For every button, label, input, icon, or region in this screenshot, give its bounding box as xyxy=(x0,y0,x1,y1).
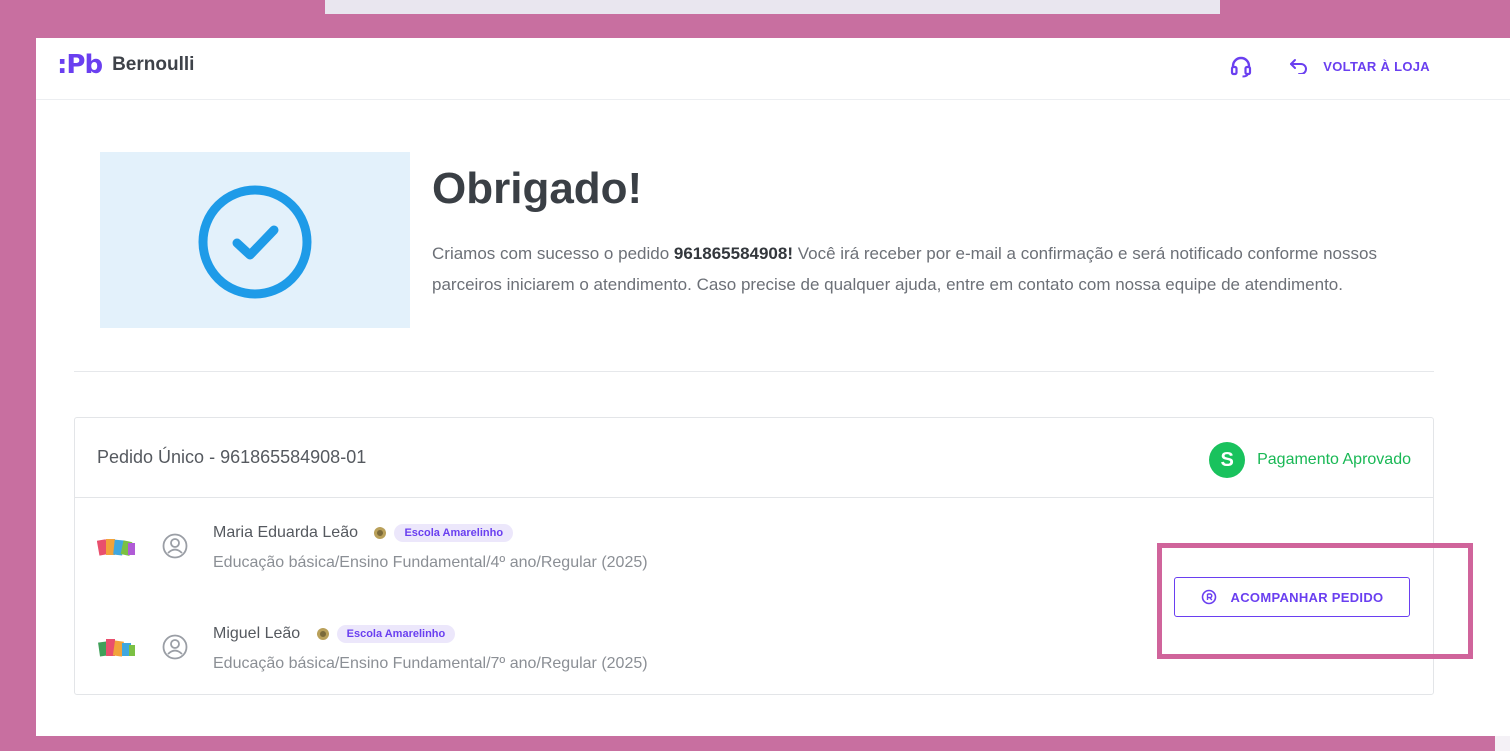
brand-name: Bernoulli xyxy=(112,54,195,75)
section-divider xyxy=(74,371,1434,372)
page-title: Obrigado! xyxy=(432,164,643,213)
success-illustration xyxy=(100,152,410,328)
background-strip xyxy=(325,0,1220,14)
payment-status: S Pagamento Aprovado xyxy=(1209,442,1411,478)
user-circle-icon xyxy=(162,634,188,660)
back-to-store-link[interactable]: VOLTAR À LOJA xyxy=(1289,58,1430,74)
confirmation-message: Criamos com sucesso o pedido 96186558490… xyxy=(432,238,1412,300)
payment-status-label: Pagamento Aprovado xyxy=(1257,451,1411,468)
return-arrow-icon xyxy=(1290,59,1308,74)
order-header: Pedido Único - 961865584908-01 S Pagamen… xyxy=(75,418,1433,498)
student-name-line: Miguel Leão Escola Amarelinho xyxy=(213,625,456,643)
message-intro: Criamos com sucesso o pedido xyxy=(432,244,674,263)
order-number: 961865584908! xyxy=(673,244,794,263)
header-actions: VOLTAR À LOJA xyxy=(1229,54,1430,78)
highlight-annotation xyxy=(1157,543,1473,659)
book-kit-thumbnail xyxy=(97,539,135,556)
top-header: :Pb Bernoulli VOLTAR À LOJA xyxy=(36,38,1510,100)
school-badge: Escola Amarelinho xyxy=(315,625,456,643)
student-course: Educação básica/Ensino Fundamental/7º an… xyxy=(213,655,648,672)
logo[interactable]: :Pb Bernoulli xyxy=(57,50,194,80)
book-kit-thumbnail xyxy=(98,639,135,657)
school-tag: Escola Amarelinho xyxy=(336,625,456,643)
student-name: Miguel Leão xyxy=(213,625,301,643)
logo-mark: :Pb xyxy=(57,50,103,80)
back-to-store-label: VOLTAR À LOJA xyxy=(1323,58,1430,74)
headset-icon[interactable] xyxy=(1229,54,1253,78)
order-title: Pedido Único - 961865584908-01 xyxy=(97,447,367,467)
school-tag: Escola Amarelinho xyxy=(394,524,514,542)
dollar-icon: S xyxy=(1209,442,1246,478)
school-badge: Escola Amarelinho xyxy=(372,524,514,542)
student-course: Educação básica/Ensino Fundamental/4º an… xyxy=(213,554,648,571)
school-crest-icon xyxy=(316,628,329,640)
student-name: Maria Eduarda Leão xyxy=(213,524,358,542)
student-name-line: Maria Eduarda Leão Escola Amarelinho xyxy=(213,524,514,542)
student-row: Maria Eduarda Leão Escola Amarelinho Edu… xyxy=(75,518,875,588)
school-crest-icon xyxy=(374,527,387,539)
check-circle-icon xyxy=(198,185,312,299)
user-circle-icon xyxy=(162,533,188,559)
student-row: Miguel Leão Escola Amarelinho Educação b… xyxy=(75,619,875,689)
